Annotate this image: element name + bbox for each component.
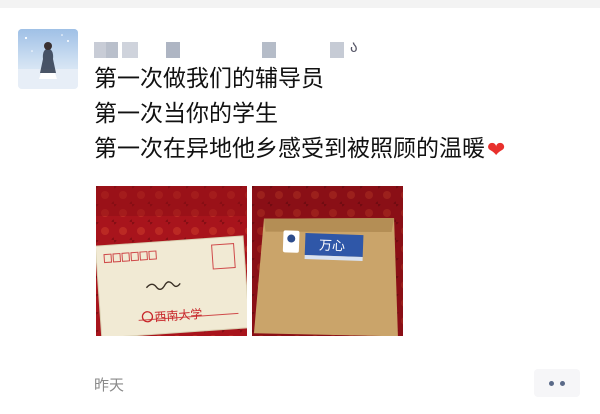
- blurred-name: [166, 42, 180, 58]
- envelope-label-text: 万心: [319, 239, 346, 255]
- blurred-name: [94, 42, 118, 58]
- blurred-name: [262, 42, 276, 58]
- photo-1[interactable]: 西南大学: [96, 186, 247, 336]
- heart-icon: ❤: [487, 138, 506, 163]
- top-divider: [0, 0, 600, 8]
- post-time: 昨天: [94, 376, 125, 394]
- more-dots-icon: [549, 381, 554, 386]
- blurred-name: [330, 42, 344, 58]
- more-button[interactable]: [534, 369, 580, 397]
- post-line-3: 第一次在异地他乡感受到被照顾的温暖❤: [94, 132, 584, 168]
- more-dots-icon: [560, 381, 565, 386]
- post-line-2: 第一次当你的学生: [94, 101, 278, 127]
- name-glyph: ა: [350, 38, 358, 56]
- author-name[interactable]: ა: [94, 38, 394, 60]
- blurred-name: [122, 42, 138, 58]
- avatar[interactable]: [18, 29, 78, 89]
- post-line-3-text: 第一次在异地他乡感受到被照顾的温暖: [94, 136, 485, 162]
- post-text: 第一次做我们的辅导员 第一次当你的学生 第一次在异地他乡感受到被照顾的温暖❤: [94, 62, 584, 168]
- post-line-1: 第一次做我们的辅导员: [94, 66, 324, 92]
- photo-2[interactable]: 万心: [252, 186, 403, 336]
